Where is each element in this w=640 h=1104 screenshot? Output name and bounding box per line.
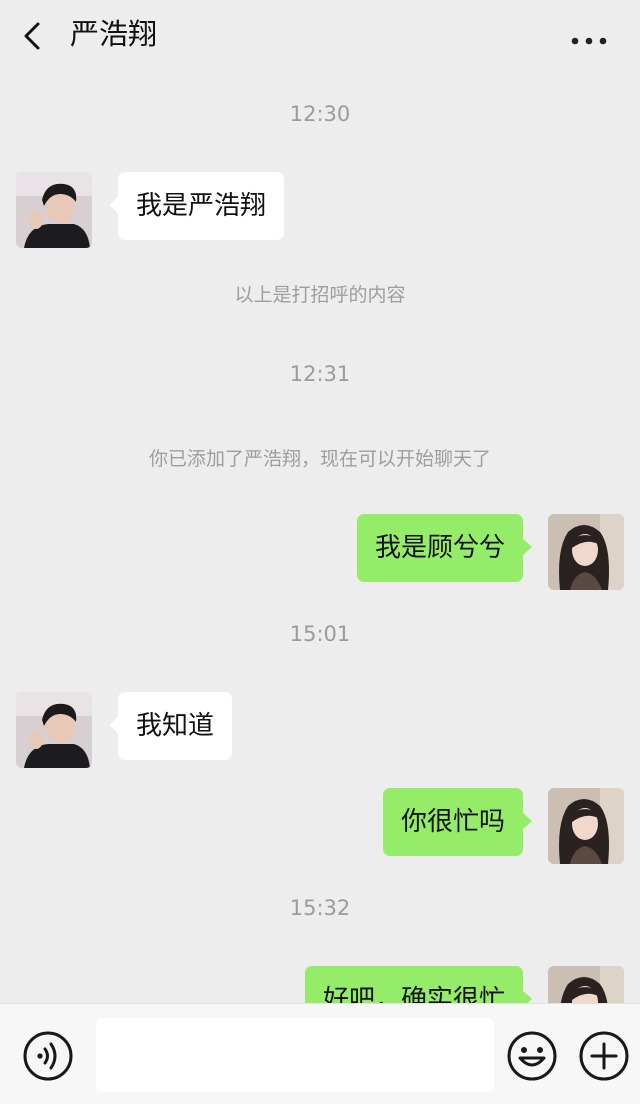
plus-icon [579,1031,629,1081]
system-notice: 你已添加了严浩翔，现在可以开始聊天了 [148,448,491,470]
chevron-left-icon [24,22,40,50]
incoming-message[interactable]: 我是严浩翔 [108,172,285,240]
message-input[interactable] [96,1018,494,1092]
emoji-button[interactable] [506,1030,558,1082]
outgoing-message[interactable]: 你很忙吗 [382,788,533,856]
input-bar [0,1003,640,1104]
more-button[interactable] [566,24,612,56]
timestamp: 15:01 [289,622,351,646]
self-avatar[interactable] [548,966,624,1003]
contact-avatar[interactable] [16,692,92,768]
incoming-message[interactable]: 我知道 [108,692,233,760]
back-button[interactable] [18,20,50,52]
timestamp: 15:32 [289,896,351,920]
outgoing-message[interactable]: 我是顾兮兮 [356,514,533,582]
message-list[interactable]: 12:30 我是严浩翔 以上是打招呼的内容 12:31 你已添加了严浩翔，现在可… [0,80,640,1003]
timestamp: 12:31 [289,362,351,386]
self-avatar[interactable] [548,514,624,590]
chat-title: 严浩翔 [70,17,158,51]
system-notice: 以上是打招呼的内容 [234,284,406,306]
more-functions-button[interactable] [578,1030,630,1082]
chat-header: 严浩翔 [0,0,640,80]
timestamp: 12:30 [289,102,351,126]
voice-icon [23,1031,73,1081]
voice-button[interactable] [22,1030,74,1082]
more-dots-icon [571,37,607,45]
contact-avatar[interactable] [16,172,92,248]
outgoing-message[interactable]: 好吧，确实很忙 [304,966,533,1003]
self-avatar[interactable] [548,788,624,864]
emoji-icon [507,1031,557,1081]
